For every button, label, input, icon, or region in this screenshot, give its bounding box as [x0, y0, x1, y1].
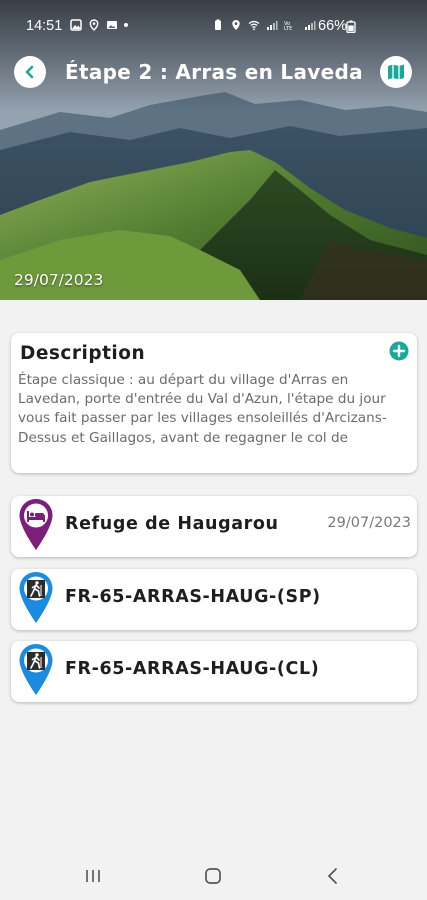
photo-icon [107, 21, 117, 29]
expand-description-button[interactable] [389, 341, 409, 361]
list-item-trail-cl[interactable]: FR-65-ARRAS-HAUG-(CL) [11, 641, 417, 702]
battery-level: 66% [318, 18, 348, 34]
hiker-icon [27, 580, 45, 598]
trail-pin [19, 572, 53, 623]
system-back-button[interactable] [321, 865, 345, 887]
item-title: FR-65-ARRAS-HAUG-(SP) [65, 587, 321, 607]
map-button[interactable] [380, 56, 412, 88]
status-system-icons: Vo LTE [212, 19, 316, 31]
signal-icon [267, 21, 278, 30]
item-title: Refuge de Haugarou [65, 514, 279, 534]
status-bar: 14:51 Vo LTE 66% [0, 0, 427, 46]
status-notification-icons [70, 19, 128, 31]
back-button[interactable] [14, 56, 46, 88]
description-heading: Description [20, 343, 146, 364]
battery-saver-icon [215, 19, 221, 30]
battery-icon [346, 20, 356, 33]
description-card: Description Étape classique : au départ … [11, 333, 417, 473]
home-icon [205, 868, 221, 884]
hiker-icon [27, 652, 45, 670]
more-notifications-dot [124, 23, 128, 27]
gallery-icon [70, 19, 82, 31]
chevron-left-icon [25, 65, 34, 79]
page-title: Étape 2 : Arras en Lavedan [65, 60, 363, 84]
list-item-trail-sp[interactable]: FR-65-ARRAS-HAUG-(SP) [11, 569, 417, 630]
volte-icon: VoLTE [284, 21, 292, 31]
status-time: 14:51 [26, 18, 63, 34]
item-date: 29/07/2023 [327, 515, 411, 531]
recents-button[interactable] [81, 865, 105, 887]
trail-pin [19, 644, 53, 695]
signal-2-icon [305, 21, 316, 30]
nav-back-icon [327, 868, 337, 884]
home-button[interactable] [201, 865, 225, 887]
system-navigation-bar [0, 851, 427, 900]
map-icon [388, 64, 404, 80]
item-title: FR-65-ARRAS-HAUG-(CL) [65, 659, 320, 679]
gps-icon [232, 20, 240, 30]
description-text: Étape classique : au départ du village d… [18, 372, 387, 446]
recents-icon [86, 870, 100, 882]
hero-date: 29/07/2023 [14, 271, 104, 289]
lodging-pin [19, 499, 53, 550]
list-item-refuge[interactable]: Refuge de Haugarou 29/07/2023 [11, 496, 417, 557]
svg-text:LTE: LTE [284, 26, 292, 31]
location-icon [89, 19, 99, 31]
wifi-icon [248, 20, 260, 31]
